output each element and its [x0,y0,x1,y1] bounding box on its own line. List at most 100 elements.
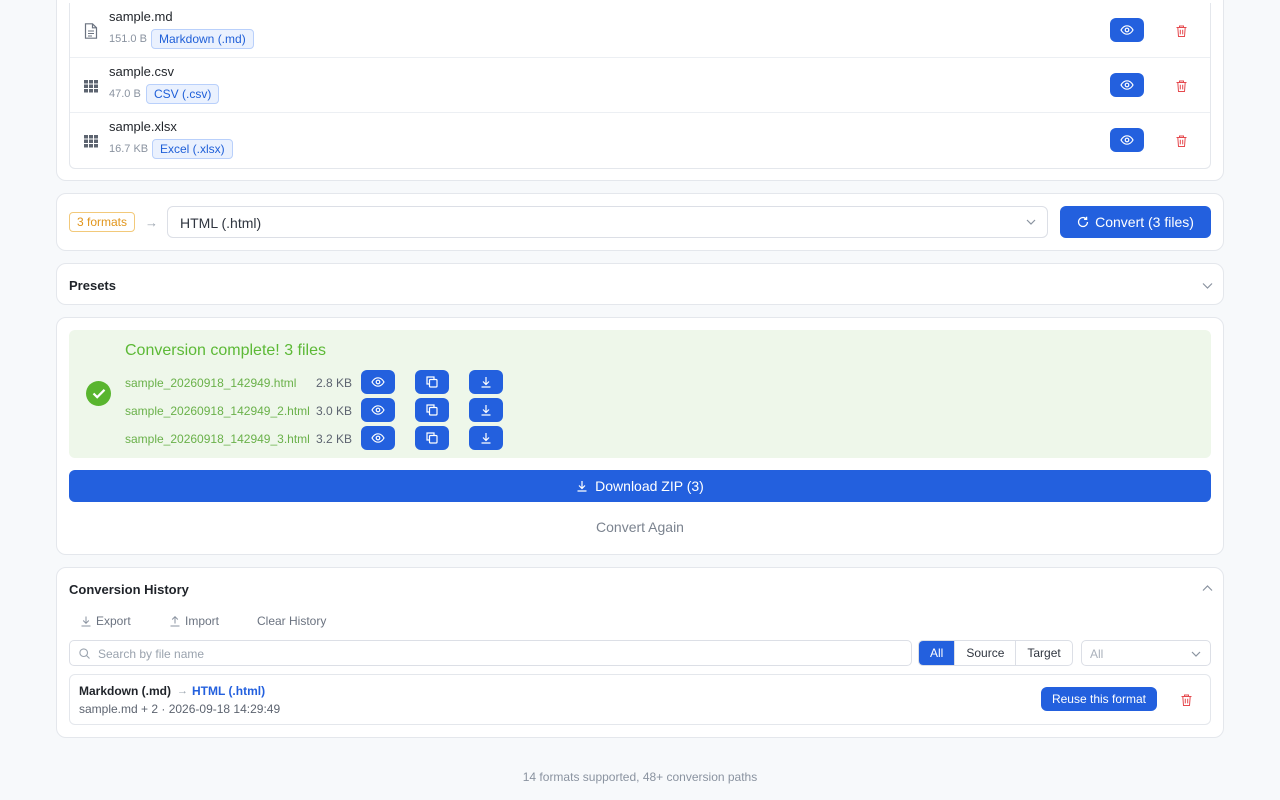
target-format-value: HTML (.html) [180,215,262,231]
trash-icon [1176,135,1186,147]
copy-button[interactable] [415,370,449,394]
output-file-name[interactable]: sample_20260918_142949_2.html [125,404,310,418]
scope-target[interactable]: Target [1015,641,1071,665]
history-search-input[interactable]: Search by file name [69,640,912,666]
download-zip-button[interactable]: Download ZIP (3) [69,470,1211,502]
convert-bar: 3 formats → HTML (.html) Convert (3 file… [56,193,1224,251]
grid-icon [84,80,98,93]
format-filter-select[interactable]: All [1081,640,1211,666]
download-zip-label: Download ZIP (3) [595,478,704,494]
preview-button[interactable] [1110,18,1144,42]
chevron-down-icon [1026,219,1036,225]
copy-button[interactable] [415,426,449,450]
import-label: Import [185,614,220,628]
clear-history-button[interactable]: Clear History [257,614,326,628]
output-file-size: 3.0 KB [316,404,353,418]
download-button[interactable] [469,398,503,422]
presets-panel[interactable]: Presets [56,263,1224,305]
format-tag: Markdown (.md) [151,29,254,49]
check-circle-icon [86,381,111,406]
copy-icon [426,376,438,388]
file-name: sample.csv [109,64,175,79]
preview-button[interactable] [361,426,395,450]
download-icon [81,616,91,626]
scope-all[interactable]: All [919,641,955,665]
file-list-card: sample.md 151.0 B Markdown (.md) sample.… [56,0,1224,181]
format-filter-value: All [1090,647,1104,661]
search-placeholder: Search by file name [98,647,205,661]
file-row: sample.csv 47.0 B CSV (.csv) [70,58,1210,113]
preview-button[interactable] [1110,128,1144,152]
history-item: Markdown (.md) → HTML (.html) sample.md … [69,674,1211,725]
trash-icon [1181,694,1191,706]
conversion-result: Conversion complete! 3 files sample_2026… [69,330,1211,458]
presets-title: Presets [69,278,116,293]
output-file-row: sample_20260918_142949.html 2.8 KB [125,370,525,394]
copy-icon [426,432,438,444]
file-name: sample.md [109,9,173,24]
history-target-format: HTML (.html) [192,684,266,698]
download-icon [481,377,491,388]
preview-button[interactable] [361,370,395,394]
copy-button[interactable] [415,398,449,422]
history-meta: sample.md + 2 · 2026-09-18 14:29:49 [79,702,281,716]
delete-history-button[interactable] [1175,690,1197,710]
arrow-right-icon: → [177,685,188,697]
download-button[interactable] [469,370,503,394]
file-size: 16.7 KB [109,143,149,155]
delete-button[interactable] [1170,131,1192,151]
file-row: sample.xlsx 16.7 KB Excel (.xlsx) [70,113,1210,168]
arrow-right-icon: → [145,215,158,230]
history-source-format: Markdown (.md) [79,684,171,698]
reuse-format-button[interactable]: Reuse this format [1041,687,1157,711]
download-button[interactable] [469,426,503,450]
delete-button[interactable] [1170,21,1192,41]
history-title: Conversion History [69,582,189,597]
eye-icon [371,377,385,387]
formats-count-tag: 3 formats [69,212,136,232]
scope-source[interactable]: Source [954,641,1015,665]
refresh-icon [1077,216,1089,228]
history-panel: Conversion History Export Import Clear H… [56,567,1224,738]
format-tag: CSV (.csv) [146,84,220,104]
file-text-icon [84,23,98,39]
export-label: Export [96,614,131,628]
result-card: Conversion complete! 3 files sample_2026… [56,317,1224,555]
trash-icon [1176,25,1186,37]
convert-button-label: Convert (3 files) [1095,214,1194,230]
preview-button[interactable] [361,398,395,422]
grid-icon [84,135,98,148]
trash-icon [1176,80,1186,92]
download-icon [481,405,491,416]
import-button[interactable]: Import [170,614,219,628]
chevron-down-icon [1191,651,1201,657]
target-format-select[interactable]: HTML (.html) [167,206,1048,238]
preview-button[interactable] [1110,73,1144,97]
search-scope-toggle: All Source Target [918,640,1073,666]
format-tag: Excel (.xlsx) [152,139,233,159]
file-name: sample.xlsx [109,119,177,134]
eye-icon [1120,80,1134,90]
output-file-name[interactable]: sample_20260918_142949.html [125,376,296,390]
output-file-name[interactable]: sample_20260918_142949_3.html [125,432,310,446]
chevron-down-icon[interactable] [1202,280,1213,291]
file-size: 47.0 B [109,88,141,100]
convert-button[interactable]: Convert (3 files) [1060,206,1211,238]
eye-icon [1120,25,1134,35]
eye-icon [1120,135,1134,145]
output-file-size: 2.8 KB [316,376,353,390]
download-icon [577,481,587,492]
export-button[interactable]: Export [81,614,131,628]
convert-again-button[interactable]: Convert Again [57,519,1223,535]
file-size: 151.0 B [109,33,147,45]
eye-icon [371,433,385,443]
chevron-up-icon[interactable] [1202,583,1213,594]
delete-button[interactable] [1170,76,1192,96]
output-file-size: 3.2 KB [316,432,353,446]
output-file-row: sample_20260918_142949_2.html 3.0 KB [125,398,525,422]
file-row: sample.md 151.0 B Markdown (.md) [70,3,1210,58]
upload-icon [170,615,180,626]
file-list: sample.md 151.0 B Markdown (.md) sample.… [69,3,1211,169]
eye-icon [371,405,385,415]
result-title: Conversion complete! 3 files [125,342,326,359]
